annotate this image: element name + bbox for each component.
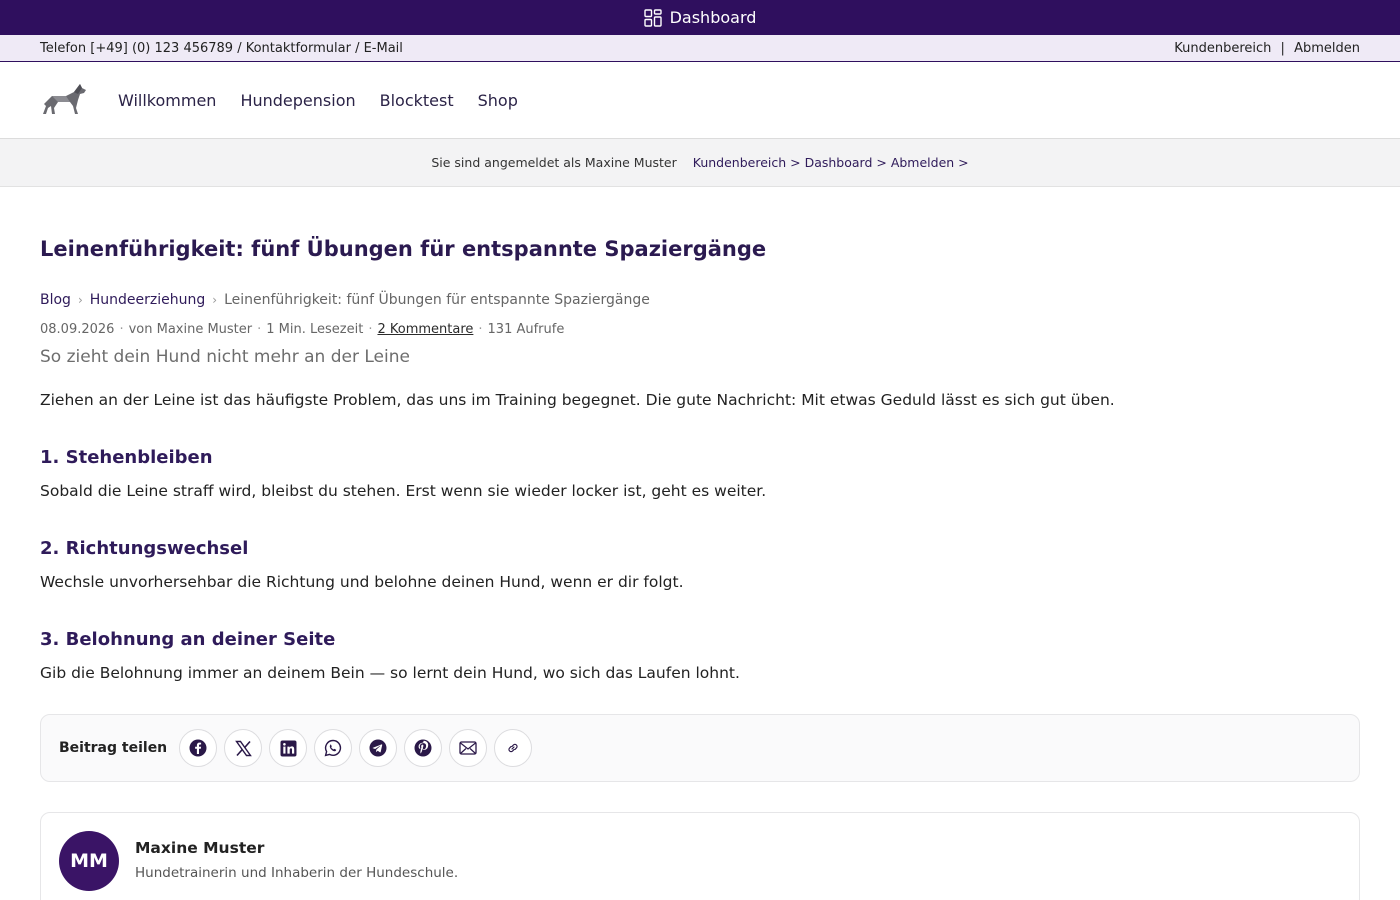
telegram-icon (369, 739, 387, 757)
meta-dot: · (478, 322, 483, 337)
contact-info[interactable]: Telefon [+49] (0) 123 456789 / Kontaktfo… (40, 41, 403, 56)
login-links[interactable]: Kundenbereich > Dashboard > Abmelden > (693, 155, 969, 170)
post-subtitle: So zieht dein Hund nicht mehr an der Lei… (40, 347, 410, 367)
nav-hundepension[interactable]: Hundepension (240, 91, 355, 110)
breadcrumb-current: Leinenführigkeit: fünf Übungen für entsp… (224, 292, 650, 308)
dog-logo[interactable] (40, 82, 90, 118)
author-info: Maxine Muster Hundetrainerin und Inhaber… (135, 831, 458, 881)
breadcrumb-category[interactable]: Hundeerziehung (90, 292, 206, 308)
email-icon (459, 741, 477, 755)
link-icon (506, 741, 520, 755)
post-content: Leinenführigkeit: fünf Übungen für entsp… (0, 237, 1400, 900)
post-title: Leinenführigkeit: fünf Übungen für entsp… (40, 237, 767, 261)
section-text: Sobald die Leine straff wird, bleibst du… (40, 482, 767, 500)
account-links: Kundenbereich | Abmelden (1174, 41, 1360, 56)
dashboard-label[interactable]: Dashboard (670, 8, 757, 27)
breadcrumb-separator: › (212, 293, 218, 307)
author-box: MM Maxine Muster Hundetrainerin und Inha… (40, 812, 1360, 900)
share-linkedin-button[interactable] (269, 729, 308, 767)
share-facebook-button[interactable] (179, 729, 218, 767)
share-whatsapp-button[interactable] (314, 729, 353, 767)
pinterest-icon (414, 739, 432, 757)
breadcrumb-separator: › (77, 293, 83, 307)
meta-dot: · (368, 322, 373, 337)
section-heading: 1. Stehenbleiben (40, 447, 213, 468)
share-x-button[interactable] (224, 729, 263, 767)
share-box: Beitrag teilen (40, 714, 1360, 782)
link-separator: | (1280, 40, 1285, 56)
nav-blocktest[interactable]: Blocktest (380, 91, 454, 110)
customer-area-link[interactable]: Kundenbereich (1174, 41, 1271, 56)
meta-dot: · (119, 322, 124, 337)
share-label: Beitrag teilen (59, 740, 168, 756)
share-telegram-button[interactable] (359, 729, 398, 767)
breadcrumb-blog[interactable]: Blog (40, 292, 71, 308)
breadcrumb: Blog › Hundeerziehung › Leinenführigkeit… (40, 292, 1360, 308)
section-text: Wechsle unvorhersehbar die Richtung und … (40, 573, 684, 591)
nav-shop[interactable]: Shop (478, 91, 518, 110)
share-pinterest-button[interactable] (404, 729, 443, 767)
facebook-icon (189, 739, 207, 757)
post-meta: 08.09.2026 · von Maxine Muster · 1 Min. Lese… (40, 322, 1360, 337)
section-heading: 3. Belohnung an deiner Seite (40, 629, 336, 650)
x-icon (234, 740, 252, 757)
meta-dot: · (257, 322, 262, 337)
main-navigation: Willkommen Hundepension Blocktest Shop (0, 62, 1400, 139)
avatar: MM (59, 831, 119, 891)
login-status-bar: Sie sind angemeldet als Maxine Muster Ku… (0, 139, 1400, 187)
dashboard-bar[interactable]: Dashboard (0, 0, 1400, 35)
dashboard-icon (643, 8, 662, 27)
view-count: 131 Aufrufe (487, 322, 565, 337)
login-status: Sie sind angemeldet als Maxine Muster (431, 155, 677, 170)
nav-willkommen[interactable]: Willkommen (118, 91, 216, 110)
author-bio: Hundetrainerin und Inhaberin der Hundesc… (135, 865, 459, 881)
logout-link[interactable]: Abmelden (1294, 41, 1360, 56)
contact-bar: Telefon [+49] (0) 123 456789 / Kontaktfo… (0, 35, 1400, 62)
comments-link[interactable]: 2 Kommentare (377, 322, 473, 337)
author-name: Maxine Muster (135, 839, 265, 857)
section-text: Gib die Belohnung immer an deinem Bein —… (40, 664, 740, 682)
section-heading: 2. Richtungswechsel (40, 538, 249, 559)
post-date: 08.09.2026 (40, 322, 115, 337)
share-email-button[interactable] (449, 729, 488, 767)
linkedin-icon (280, 740, 297, 757)
post-lead: Ziehen an der Leine ist das häufigste Pr… (40, 391, 1115, 409)
whatsapp-icon (324, 739, 342, 757)
reading-time: 1 Min. Lesezeit (266, 322, 364, 337)
post-author: von Maxine Muster (128, 322, 253, 337)
share-copy-link-button[interactable] (494, 729, 533, 767)
